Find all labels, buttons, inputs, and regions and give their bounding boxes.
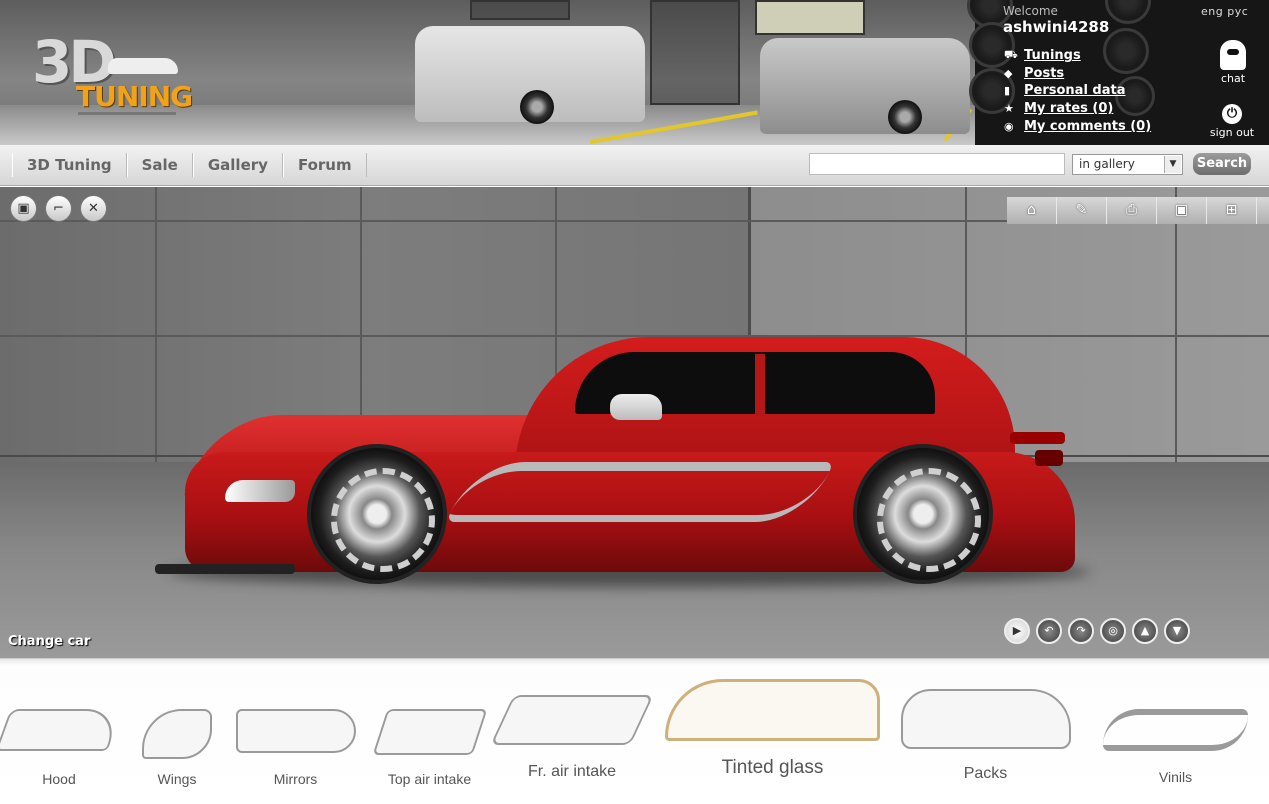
search-scope-select[interactable]: in gallery ▼ [1072,154,1183,175]
document-icon: ▮ [1004,84,1011,98]
chat-button[interactable]: chat [1213,40,1253,85]
cart-icon: ⛟ [1004,48,1018,62]
power-icon: ⏻ [1222,104,1242,124]
chevron-down-icon[interactable]: ▼ [1164,156,1181,173]
part-vinils[interactable]: Vinils [1098,709,1253,799]
nav-3d-tuning[interactable]: 3D Tuning [12,153,127,177]
username: ashwini4288 [1003,18,1110,36]
welcome-text: Welcome [1003,4,1058,18]
stage-nav-bar: ⌂ ✎ ⎙ ▣ ⊞ [1007,197,1269,224]
part-wings[interactable]: Wings [132,709,222,799]
rotate-left-icon[interactable]: ↶ [1036,618,1062,644]
parts-carousel: Hood Wings Mirrors Top air intake Fr. ai… [0,658,1269,804]
sitemap-icon[interactable]: ⊞ [1207,197,1257,224]
chat-label: chat [1220,72,1246,85]
hood-icon [0,709,123,751]
part-front-air-intake[interactable]: Fr. air intake [490,695,654,795]
user-menu-item-my-rates[interactable]: ★ My rates (0) [1004,100,1151,118]
sign-out-button[interactable]: ⏻ sign out [1200,104,1264,139]
language-switcher[interactable]: eng рус [1201,5,1248,18]
comment-icon: ◉ [1004,119,1014,133]
change-car-link[interactable]: Change car [8,634,90,649]
view-controls: ▶ ↶ ↷ ◎ ▲ ▼ [1004,618,1190,644]
download-icon[interactable]: ▼ [1164,618,1190,644]
user-menu: ⛟ Tunings ◆ Posts ▮ Personal data ★ My rates… [1004,47,1151,135]
3d-tuning-stage[interactable]: ▣ ⌐ ✕ ⌂ ✎ ⎙ ▣ ⊞ Change car ▶ ↶ ↷ ◎ ▲ ▼ [0,187,1269,658]
chat-icon [1220,40,1246,70]
home-icon[interactable]: ⌂ [1007,197,1057,224]
part-packs[interactable]: Packs [898,689,1073,799]
wheel-view-icon[interactable]: ◎ [1100,618,1126,644]
user-menu-item-posts[interactable]: ◆ Posts [1004,65,1151,83]
tools-icon[interactable]: ✕ [80,195,107,222]
nav-gallery[interactable]: Gallery [192,153,283,177]
user-menu-item-personal-data[interactable]: ▮ Personal data [1004,82,1151,100]
sign-out-label: sign out [1209,126,1255,139]
save-icon[interactable]: ▣ [10,195,37,222]
car-icon[interactable]: ⌐ [45,195,72,222]
tinted-glass-icon [665,679,880,741]
vinyl-icon [1103,709,1248,751]
stage-tools: ▣ ⌐ ✕ [10,195,107,222]
air-intake-icon [372,709,487,755]
body-kit-icon [900,689,1071,749]
front-intake-icon [490,695,654,745]
app-window: { "logo": { "big": "3D", "word": "TUNING… [0,0,1269,804]
printer-icon[interactable]: ⎙ [1107,197,1157,224]
search-input[interactable] [809,153,1065,175]
part-top-air-intake[interactable]: Top air intake [372,709,487,799]
user-menu-item-tunings[interactable]: ⛟ Tunings [1004,47,1151,65]
search-scope-value: in gallery [1079,157,1135,171]
nav-forum[interactable]: Forum [282,153,367,177]
site-logo[interactable]: 3D TUNING [32,28,193,118]
mirror-icon [235,709,356,753]
search-button[interactable]: Search [1193,153,1251,175]
upload-icon[interactable]: ▲ [1132,618,1158,644]
user-menu-item-my-comments[interactable]: ◉ My comments (0) [1004,117,1151,135]
part-tinted-glass[interactable]: Tinted glass [660,679,885,795]
part-hood[interactable]: Hood [0,709,123,799]
tuned-car-model[interactable] [155,332,1085,584]
rotate-right-icon[interactable]: ↷ [1068,618,1094,644]
nav-sale[interactable]: Sale [126,153,193,177]
photo-icon[interactable]: ▣ [1157,197,1207,224]
star-icon: ★ [1004,102,1014,116]
site-header: 3D TUNING Welcome ashwini4288 ⛟ Tunings ◆… [0,0,1269,145]
play-icon[interactable]: ▶ [1004,618,1030,644]
wings-icon [142,709,212,759]
posts-icon: ◆ [1004,66,1013,80]
paint-icon[interactable]: ✎ [1057,197,1107,224]
part-mirrors[interactable]: Mirrors [228,709,363,799]
